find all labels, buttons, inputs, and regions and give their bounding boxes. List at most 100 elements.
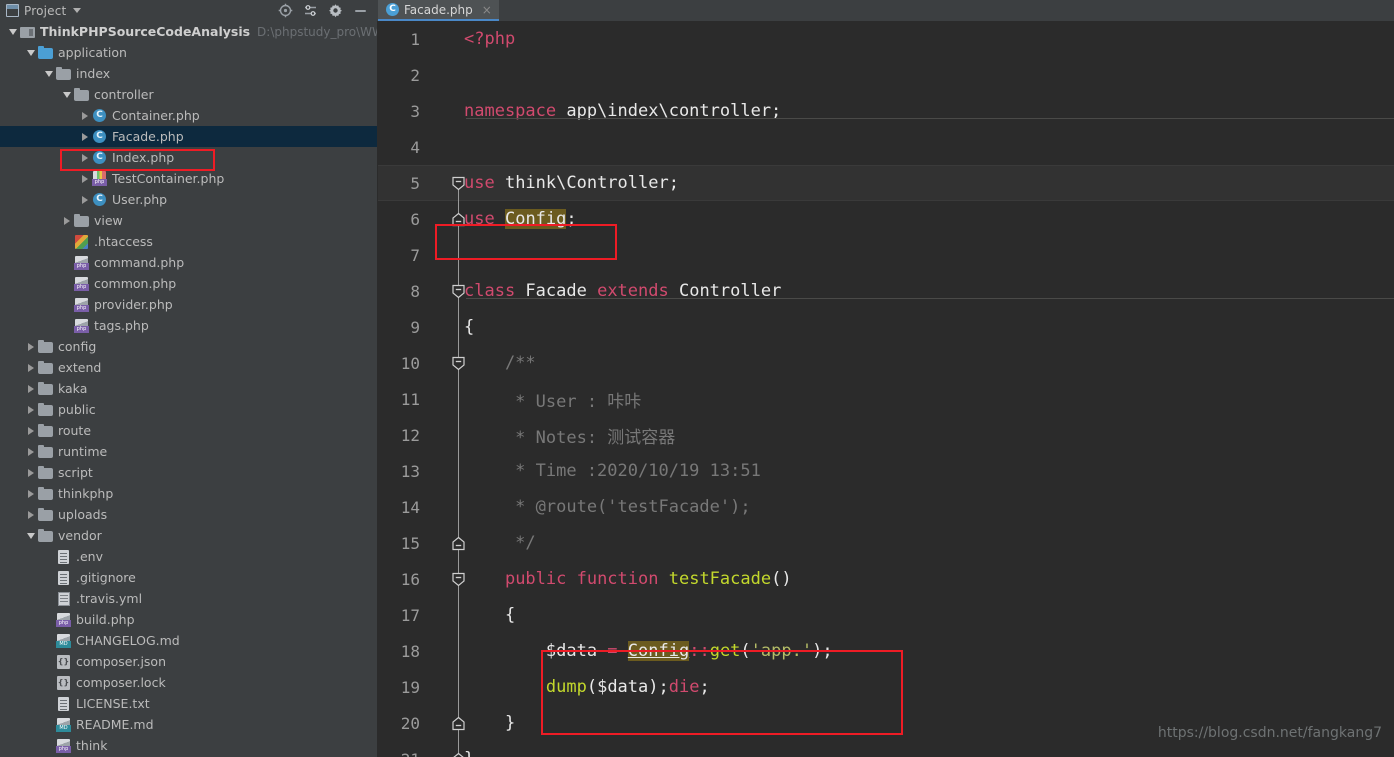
chevron-right-icon[interactable] (78, 153, 92, 162)
tree-item-container-php[interactable]: Container.php (0, 105, 377, 126)
tree-item-user-php[interactable]: User.php (0, 189, 377, 210)
tree-item--gitignore[interactable]: .gitignore (0, 567, 377, 588)
tree-item-application[interactable]: application (0, 42, 377, 63)
fold-gutter[interactable] (430, 417, 458, 453)
fold-gutter[interactable] (430, 633, 458, 669)
code-line[interactable]: 10 /** (378, 345, 1394, 381)
project-tree-panel[interactable]: ThinkPHPSourceCodeAnalysis D:\phpstudy_pr… (0, 21, 378, 757)
fold-collapse-icon[interactable] (451, 176, 466, 191)
fold-gutter[interactable] (430, 57, 458, 93)
tree-item-tags-php[interactable]: tags.php (0, 315, 377, 336)
gear-icon[interactable] (328, 3, 343, 18)
code-line[interactable]: 2 (378, 57, 1394, 93)
fold-gutter[interactable] (430, 597, 458, 633)
collapse-all-icon[interactable] (303, 3, 318, 18)
chevron-right-icon[interactable] (24, 447, 38, 456)
chevron-down-icon[interactable] (42, 70, 56, 77)
chevron-right-icon[interactable] (78, 132, 92, 141)
tree-item-runtime[interactable]: runtime (0, 441, 377, 462)
fold-end-icon[interactable] (451, 536, 466, 551)
fold-gutter[interactable] (430, 309, 458, 345)
chevron-right-icon[interactable] (78, 174, 92, 183)
code-line[interactable]: 4 (378, 129, 1394, 165)
tree-item--env[interactable]: .env (0, 546, 377, 567)
chevron-right-icon[interactable] (78, 111, 92, 120)
locate-icon[interactable] (278, 3, 293, 18)
tree-item-route[interactable]: route (0, 420, 377, 441)
project-toolwindow-selector[interactable]: Project (6, 4, 82, 18)
chevron-down-icon[interactable] (6, 28, 20, 35)
tree-item--travis-yml[interactable]: .travis.yml (0, 588, 377, 609)
tree-item-thinkphpsourcecodeanalysis[interactable]: ThinkPHPSourceCodeAnalysis D:\phpstudy_pr… (0, 21, 377, 42)
chevron-right-icon[interactable] (24, 405, 38, 414)
code-line[interactable]: 11 * User : 咔咔 (378, 381, 1394, 417)
fold-gutter[interactable] (430, 381, 458, 417)
tree-item-changelog-md[interactable]: CHANGELOG.md (0, 630, 377, 651)
tree-item-license-txt[interactable]: LICENSE.txt (0, 693, 377, 714)
tree-item-testcontainer-php[interactable]: TestContainer.php (0, 168, 377, 189)
fold-gutter[interactable] (430, 21, 458, 57)
code-line[interactable]: 8 class Facade extends Controller (378, 273, 1394, 309)
chevron-right-icon[interactable] (60, 216, 74, 225)
tree-item-config[interactable]: config (0, 336, 377, 357)
tree-item-build-php[interactable]: build.php (0, 609, 377, 630)
tree-item-script[interactable]: script (0, 462, 377, 483)
code-line[interactable]: 16 public function testFacade() (378, 561, 1394, 597)
code-line[interactable]: 3 namespace app\index\controller; (378, 93, 1394, 129)
chevron-down-icon[interactable] (24, 532, 38, 539)
tree-item--htaccess[interactable]: .htaccess (0, 231, 377, 252)
code-line[interactable]: 17 { (378, 597, 1394, 633)
fold-gutter[interactable] (430, 453, 458, 489)
chevron-down-icon[interactable] (73, 8, 82, 13)
chevron-right-icon[interactable] (24, 489, 38, 498)
code-editor[interactable]: 1 <?php 2 3 namespace app\index\controller;… (378, 21, 1394, 757)
fold-collapse-icon[interactable] (451, 572, 466, 587)
chevron-right-icon[interactable] (24, 342, 38, 351)
tab-facade-php[interactable]: C Facade.php × (378, 0, 499, 21)
fold-gutter[interactable] (430, 129, 458, 165)
tree-item-uploads[interactable]: uploads (0, 504, 377, 525)
code-line[interactable]: 21} (378, 741, 1394, 757)
tree-item-command-php[interactable]: command.php (0, 252, 377, 273)
code-line[interactable]: 1 <?php (378, 21, 1394, 57)
chevron-right-icon[interactable] (24, 384, 38, 393)
code-line[interactable]: 14 * @route('testFacade'); (378, 489, 1394, 525)
fold-end-icon[interactable] (451, 716, 466, 731)
chevron-right-icon[interactable] (78, 195, 92, 204)
code-line[interactable]: 5 use think\Controller; (378, 165, 1394, 201)
tree-item-extend[interactable]: extend (0, 357, 377, 378)
fold-collapse-icon[interactable] (451, 356, 466, 371)
tree-item-index[interactable]: index (0, 63, 377, 84)
code-line[interactable]: 18 $data = Config::get('app.'); (378, 633, 1394, 669)
fold-end-icon[interactable] (451, 752, 466, 757)
minimize-icon[interactable] (353, 3, 368, 18)
tree-item-thinkphp[interactable]: thinkphp (0, 483, 377, 504)
tree-item-public[interactable]: public (0, 399, 377, 420)
fold-gutter[interactable] (430, 93, 458, 129)
code-line[interactable]: 15 */ (378, 525, 1394, 561)
tree-item-think[interactable]: think (0, 735, 377, 756)
fold-gutter[interactable] (430, 237, 458, 273)
close-icon[interactable]: × (481, 4, 493, 16)
tree-item-facade-php[interactable]: Facade.php (0, 126, 377, 147)
tree-item-readme-md[interactable]: README.md (0, 714, 377, 735)
tree-item-composer-json[interactable]: composer.json (0, 651, 377, 672)
fold-gutter[interactable] (430, 669, 458, 705)
tree-item-common-php[interactable]: common.php (0, 273, 377, 294)
tree-item-vendor[interactable]: vendor (0, 525, 377, 546)
code-line[interactable]: 19 dump($data);die; (378, 669, 1394, 705)
fold-gutter[interactable] (430, 489, 458, 525)
fold-end-icon[interactable] (451, 212, 466, 227)
tree-item-index-php[interactable]: Index.php (0, 147, 377, 168)
code-line[interactable]: 6 use Config; (378, 201, 1394, 237)
tree-item-provider-php[interactable]: provider.php (0, 294, 377, 315)
tree-item-composer-lock[interactable]: composer.lock (0, 672, 377, 693)
chevron-right-icon[interactable] (24, 363, 38, 372)
code-line[interactable]: 7 (378, 237, 1394, 273)
code-line[interactable]: 12 * Notes: 测试容器 (378, 417, 1394, 453)
tree-item-controller[interactable]: controller (0, 84, 377, 105)
chevron-down-icon[interactable] (60, 91, 74, 98)
chevron-down-icon[interactable] (24, 49, 38, 56)
fold-collapse-icon[interactable] (451, 284, 466, 299)
chevron-right-icon[interactable] (24, 468, 38, 477)
